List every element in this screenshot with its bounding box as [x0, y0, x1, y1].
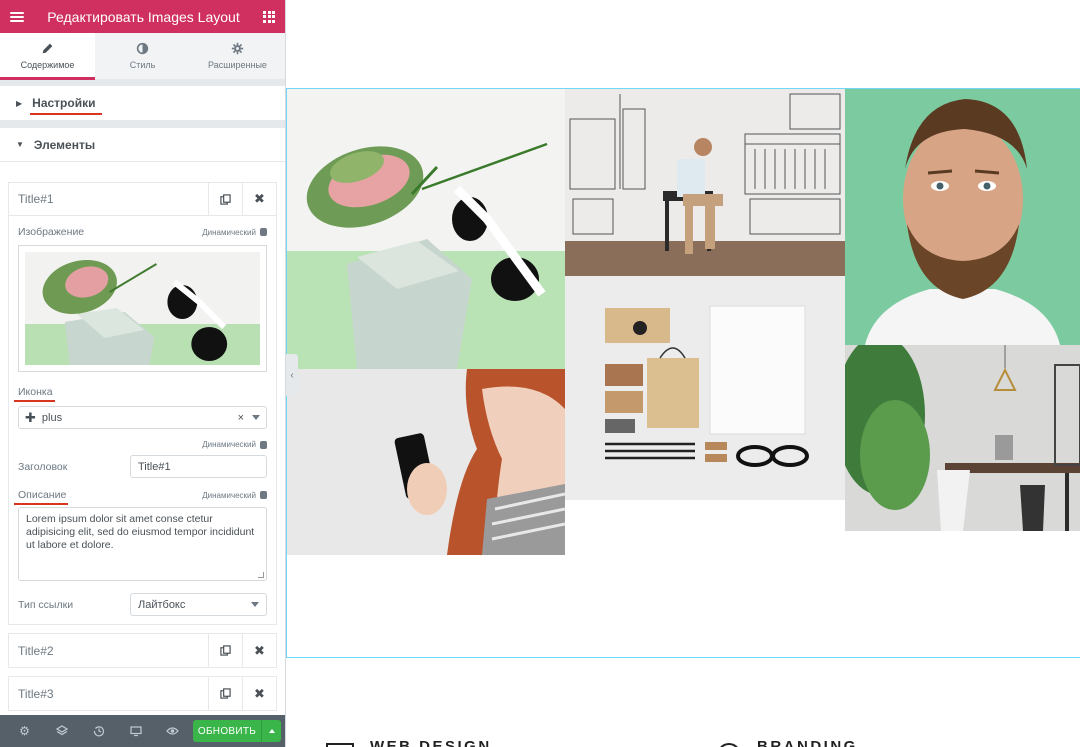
panel-tabs: Содержимое Стиль Расширенные [0, 33, 285, 80]
section-settings-label: Настройки [32, 96, 96, 110]
branding-icon [718, 743, 740, 747]
repeater-item-title: Title#3 [18, 686, 54, 701]
annotation-underline [14, 400, 55, 402]
annotation-underline [14, 503, 69, 505]
pencil-icon [42, 43, 53, 54]
panel-footer: ⚙ ОБНОВИТЬ [0, 715, 285, 747]
dynamic-label: Динамический [202, 490, 256, 500]
heading-input[interactable]: Title#1 [130, 455, 267, 478]
image-picker[interactable] [18, 245, 267, 372]
database-icon [260, 491, 267, 499]
elements-repeater: Title#1 ✖ Изображение Динамический Иконк… [0, 162, 285, 722]
preview-icon[interactable] [154, 715, 191, 747]
repeater-item-header[interactable]: Title#2 ✖ [9, 634, 276, 667]
icon-label-wrap: Иконка [14, 386, 55, 402]
image-preview [25, 252, 260, 365]
update-button[interactable]: ОБНОВИТЬ [193, 720, 261, 742]
annotation-underline [30, 113, 102, 115]
repeater-item: Title#2 ✖ [8, 633, 277, 668]
repeater-item: Title#3 ✖ [8, 676, 277, 711]
duplicate-icon[interactable] [208, 634, 242, 667]
heading-label: Заголовок [18, 460, 68, 473]
gallery-image-stationery[interactable] [565, 276, 845, 500]
tab-advanced-label: Расширенные [208, 60, 267, 70]
icon-select-value: plus [41, 411, 63, 424]
resize-grip-icon[interactable] [258, 572, 264, 578]
gallery-image-phone[interactable] [287, 369, 565, 555]
dynamic-label: Динамический [202, 440, 256, 449]
gallery-image-interior[interactable] [845, 345, 1080, 531]
description-textarea[interactable]: Lorem ipsum dolor sit amet conse ctetur … [18, 507, 267, 581]
tab-style-label: Стиль [129, 60, 156, 70]
section-settings-toggle[interactable]: ▶ Настройки [0, 86, 285, 120]
description-label: Описание [18, 489, 67, 501]
heading-control: Заголовок Title#1 [18, 455, 267, 478]
chevron-down-icon [251, 602, 259, 607]
duplicate-icon[interactable] [208, 677, 242, 710]
tab-content-label: Содержимое [20, 60, 75, 70]
responsive-icon[interactable] [117, 715, 154, 747]
remove-item-icon[interactable]: ✖ [242, 183, 276, 215]
caret-up-icon [268, 729, 275, 733]
repeater-item-title: Title#2 [18, 643, 54, 658]
monitor-icon [326, 743, 354, 747]
dynamic-label: Динамический [202, 227, 256, 237]
gallery-image-man-in-chair[interactable] [565, 89, 845, 276]
gear-icon [231, 42, 244, 55]
duplicate-icon[interactable] [208, 183, 242, 215]
services-row: WEB DESIGN BRANDING [286, 730, 1080, 747]
tab-style[interactable]: Стиль [95, 33, 190, 79]
repeater-item-header[interactable]: Title#1 ✖ [9, 183, 276, 216]
hamburger-menu-icon[interactable] [10, 11, 24, 22]
repeater-item-header[interactable]: Title#3 ✖ [9, 677, 276, 710]
chevron-down-icon [252, 415, 260, 420]
service-web-design: WEB DESIGN [370, 738, 492, 747]
contrast-icon [136, 42, 149, 55]
dynamic-tags-button[interactable]: Динамический [202, 491, 267, 500]
widgets-grid-icon[interactable] [263, 10, 275, 23]
caret-down-icon: ▼ [16, 140, 24, 149]
history-icon[interactable] [80, 715, 117, 747]
panel-header: Редактировать Images Layout [0, 0, 285, 33]
panel-title: Редактировать Images Layout [47, 8, 240, 25]
link-type-label: Тип ссылки [18, 598, 74, 611]
repeater-item-controls: Изображение Динамический Иконка ✚ plus ×… [9, 216, 276, 624]
gallery-image-portrait[interactable] [845, 89, 1080, 345]
settings-icon[interactable]: ⚙ [6, 715, 43, 747]
service-branding: BRANDING [757, 738, 858, 747]
gallery-image-flower[interactable] [287, 89, 565, 369]
remove-item-icon[interactable]: ✖ [242, 634, 276, 667]
plus-icon: ✚ [25, 409, 36, 425]
editor-panel: Редактировать Images Layout Содержимое С… [0, 0, 286, 747]
tab-content[interactable]: Содержимое [0, 33, 95, 80]
link-type-value: Лайтбокс [138, 598, 186, 611]
dynamic-tags-button[interactable]: Динамический [202, 228, 267, 237]
description-text: Lorem ipsum dolor sit amet conse ctetur … [26, 513, 255, 551]
section-elements-toggle[interactable]: ▼ Элементы [0, 128, 285, 162]
icon-label: Иконка [18, 386, 53, 398]
repeater-item-title: Title#1 [18, 192, 54, 206]
layers-icon[interactable] [43, 715, 80, 747]
image-label: Изображение [18, 226, 85, 238]
chevron-left-icon: ‹ [290, 369, 294, 381]
link-type-select[interactable]: Лайтбокс [130, 593, 267, 616]
icon-select[interactable]: ✚ plus × [18, 406, 267, 429]
dynamic-tags-button[interactable]: Динамический [202, 440, 267, 449]
section-elements-label: Элементы [33, 137, 96, 152]
link-type-control: Тип ссылки Лайтбокс [18, 593, 267, 616]
save-options-button[interactable] [261, 720, 281, 742]
database-icon [260, 440, 267, 449]
clear-icon[interactable]: × [238, 412, 244, 424]
remove-item-icon[interactable]: ✖ [242, 677, 276, 710]
repeater-item: Title#1 ✖ Изображение Динамический Иконк… [8, 182, 277, 625]
collapse-panel-handle[interactable]: ‹ [286, 354, 298, 396]
tab-advanced[interactable]: Расширенные [190, 33, 285, 79]
caret-right-icon: ▶ [16, 98, 23, 108]
description-label-wrap: Описание [14, 489, 69, 505]
database-icon [260, 228, 267, 236]
